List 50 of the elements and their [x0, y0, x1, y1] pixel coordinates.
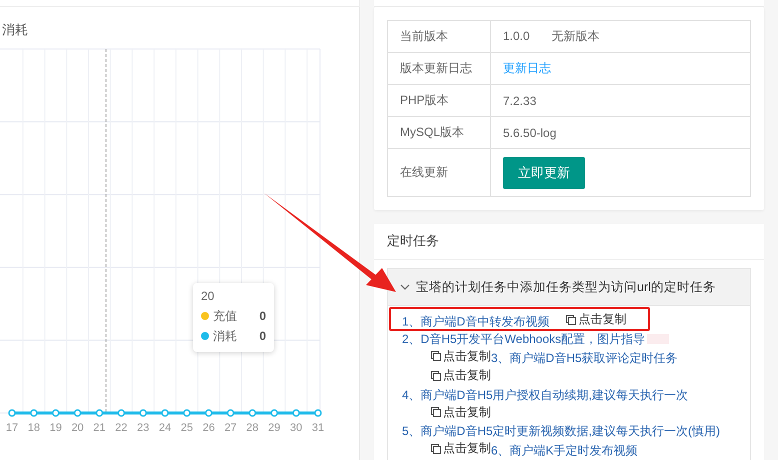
task-link[interactable]: 3、商户端D音H5获取评论定时任务: [491, 351, 678, 365]
panel-title: 定时任务: [374, 224, 764, 260]
section-title: 宝塔的计划任务中添加任务类型为访问url的定时任务: [416, 278, 716, 296]
task-link[interactable]: 6、商户端K手定时发布视频: [491, 444, 638, 458]
version-status: 无新版本: [552, 29, 600, 43]
axis-label: 20: [71, 422, 84, 434]
version-value: 7.2.33: [503, 94, 536, 108]
table-cell: 在线更新: [388, 148, 490, 196]
axis-label: 25: [180, 422, 193, 434]
axis-label: 17: [6, 422, 18, 434]
task-link[interactable]: 4、商户端D音H5用户授权自动续期,建议每天执行一次: [402, 388, 688, 402]
copy-link[interactable]: 点击复制: [565, 311, 626, 328]
axis-label: 23: [137, 422, 150, 434]
axis-label: 29: [268, 422, 280, 434]
copy-icon: [430, 370, 442, 382]
update-button[interactable]: 立即更新: [503, 156, 585, 188]
copy-icon: [430, 350, 442, 362]
copy-link[interactable]: 点击复制: [430, 348, 491, 364]
task-link[interactable]: 5、商户端D音H5定时更新视频数据,建议每天执行一次(慎用): [402, 424, 720, 438]
copy-link[interactable]: 点击复制: [430, 440, 491, 457]
series-value: 0: [259, 329, 266, 343]
series-value: 0: [259, 309, 266, 323]
axis-label: 18: [28, 422, 40, 434]
table-cell: PHP版本: [388, 84, 490, 116]
table-cell: MySQL版本: [388, 116, 490, 148]
axis-label: 19: [50, 422, 62, 434]
axis-label: 28: [246, 422, 259, 434]
collapse-header[interactable]: 宝塔的计划任务中添加任务类型为访问url的定时任务: [388, 269, 750, 306]
version-value: 1.0.0: [503, 29, 530, 43]
chart-title: 消耗: [2, 21, 28, 39]
axis-label: 24: [158, 422, 172, 434]
series-name: 充值: [213, 308, 237, 324]
task-link[interactable]: 2、D音H5开发平台Webhooks配置，图片指导: [402, 332, 646, 346]
copy-icon: [565, 314, 578, 326]
tooltip-title: 20: [201, 289, 216, 303]
axis-label: 27: [224, 422, 237, 434]
copy-icon: [430, 406, 442, 418]
copy-icon: [430, 442, 442, 454]
axis-label: 31: [312, 422, 324, 434]
copy-link[interactable]: 点击复制: [430, 367, 491, 384]
table-cell: 版本更新日志: [388, 52, 490, 84]
series-name: 消耗: [213, 328, 237, 344]
axis-label: 21: [93, 422, 106, 434]
version-value: 5.6.50-log: [503, 126, 556, 140]
axis-label: 26: [202, 422, 215, 434]
copy-link[interactable]: 点击复制: [430, 404, 491, 420]
axis-label: 22: [115, 422, 128, 434]
table-cell: 当前版本: [388, 20, 490, 52]
axis-label: 30: [290, 422, 302, 434]
task-link[interactable]: 1、商户端D音中转发布视频: [402, 314, 550, 328]
